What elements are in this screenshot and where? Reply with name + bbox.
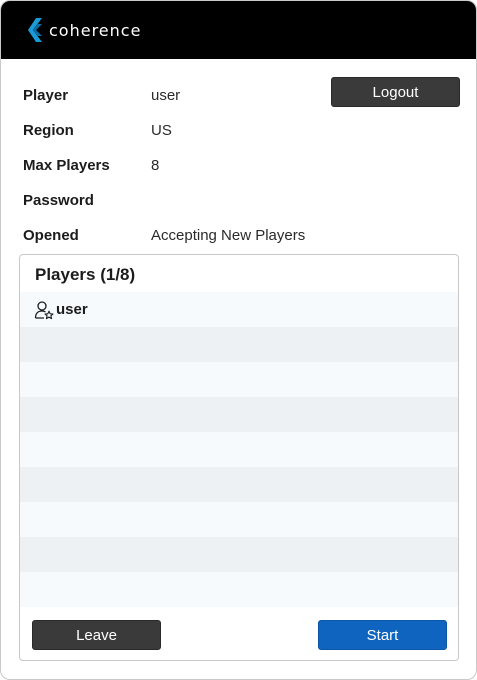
logout-button[interactable]: Logout	[331, 77, 460, 107]
players-panel-title: Players (1/8)	[35, 265, 136, 284]
header-bar: coherence	[1, 1, 476, 59]
brand-name: coherence	[49, 20, 142, 40]
password-row: Password	[23, 190, 151, 210]
list-item	[20, 397, 458, 432]
player-item-user[interactable]: user	[34, 292, 454, 327]
region-value: US	[151, 121, 172, 139]
region-label: Region	[23, 121, 74, 139]
max-players-label: Max Players	[23, 156, 110, 174]
player-name: user	[56, 301, 88, 318]
list-item	[20, 537, 458, 572]
brand-logo: coherence	[28, 18, 141, 42]
opened-value: Accepting New Players	[151, 226, 306, 244]
coherence-logo-icon	[28, 18, 42, 42]
list-item	[20, 327, 458, 362]
region-row: Region US	[23, 120, 172, 140]
leave-button[interactable]: Leave	[32, 620, 161, 650]
list-item	[20, 362, 458, 397]
opened-label: Opened	[23, 226, 79, 244]
user-host-icon	[34, 300, 54, 319]
lobby-window: coherence Player user Region US Max Play…	[0, 0, 477, 680]
opened-row: Opened Accepting New Players	[23, 225, 305, 245]
max-players-value: 8	[151, 156, 160, 174]
list-item	[20, 467, 458, 502]
player-row: Player user	[23, 85, 180, 105]
players-list: user	[20, 292, 458, 607]
player-label: Player	[23, 86, 69, 104]
list-item	[20, 572, 458, 607]
list-item[interactable]: user	[20, 292, 458, 327]
list-item	[20, 502, 458, 537]
player-value: user	[151, 86, 181, 104]
password-label: Password	[23, 191, 94, 209]
players-panel: Players (1/8) user Leave Start	[19, 254, 459, 661]
start-button[interactable]: Start	[318, 620, 447, 650]
max-players-row: Max Players 8	[23, 155, 159, 175]
list-item	[20, 432, 458, 467]
